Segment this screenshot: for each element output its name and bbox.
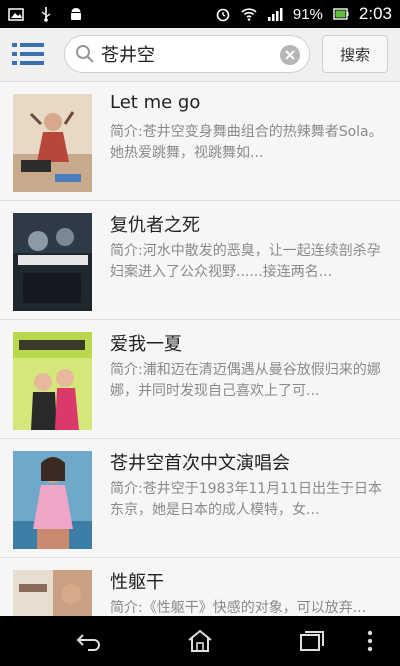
list-item[interactable]: 性躯干 简介:《性躯干》快感的对象，可以放弃... <box>0 558 400 616</box>
item-description: 简介:河水中散发的恶臭，让一起连续剖杀孕妇案进入了公众视野......接连两名.… <box>110 243 381 280</box>
item-title: 复仇者之死 <box>110 215 200 236</box>
list-item[interactable]: 复仇者之死 简介:河水中散发的恶臭，让一起连续剖杀孕妇案进入了公众视野.....… <box>0 201 400 320</box>
overflow-menu-icon[interactable] <box>364 628 376 654</box>
menu-icon[interactable] <box>12 42 44 66</box>
status-bar: 91% 2:03 <box>0 0 400 28</box>
recent-apps-icon[interactable] <box>298 628 326 654</box>
search-box[interactable] <box>64 35 310 73</box>
item-title: 苍井空首次中文演唱会 <box>110 453 290 474</box>
list-item[interactable]: Let me go 简介:苍井空变身舞曲组合的热辣舞者Sola。她热爱跳舞，视跳… <box>0 82 400 201</box>
alarm-icon <box>216 8 230 22</box>
item-title: Let me go <box>110 92 201 113</box>
movie-poster <box>13 570 92 616</box>
home-icon[interactable] <box>186 628 214 654</box>
battery-percent: 91% <box>292 5 323 23</box>
search-icon <box>76 45 94 63</box>
clock: 2:03 <box>358 4 392 23</box>
usb-icon <box>41 7 51 22</box>
movie-poster <box>13 213 92 311</box>
item-description: 简介:苍井空变身舞曲组合的热辣舞者Sola。她热爱跳舞，视跳舞如... <box>110 124 383 161</box>
wifi-icon <box>241 8 257 21</box>
search-button[interactable]: 搜索 <box>322 35 388 73</box>
item-description: 简介:浦和迈在清迈偶遇从曼谷放假归来的娜娜，并同时发现自己喜欢上了可... <box>110 362 381 399</box>
item-description: 简介:《性躯干》快感的对象，可以放弃... <box>110 600 367 616</box>
back-icon[interactable] <box>74 628 102 654</box>
movie-poster <box>13 94 92 192</box>
search-toolbar: 搜索 <box>0 28 400 82</box>
list-item[interactable]: 爱我一夏 简介:浦和迈在清迈偶遇从曼谷放假归来的娜娜，并同时发现自己喜欢上了可.… <box>0 320 400 439</box>
clear-icon[interactable] <box>279 44 301 66</box>
signal-icon <box>267 8 283 21</box>
android-icon <box>71 8 81 20</box>
item-title: 爱我一夏 <box>110 334 182 355</box>
item-description: 简介:苍井空于1983年11月11日出生于日本东京，她是日本的成人模特，女... <box>110 481 382 518</box>
movie-poster <box>13 332 92 430</box>
search-input[interactable] <box>99 42 273 66</box>
list-item[interactable]: 苍井空首次中文演唱会 简介:苍井空于1983年11月11日出生于日本东京，她是日… <box>0 439 400 558</box>
item-title: 性躯干 <box>110 572 164 593</box>
movie-poster <box>13 451 92 549</box>
image-notification-icon <box>8 8 24 21</box>
result-list: Let me go 简介:苍井空变身舞曲组合的热辣舞者Sola。她热爱跳舞，视跳… <box>0 82 400 616</box>
navigation-bar <box>0 616 400 666</box>
battery-icon <box>333 8 349 20</box>
